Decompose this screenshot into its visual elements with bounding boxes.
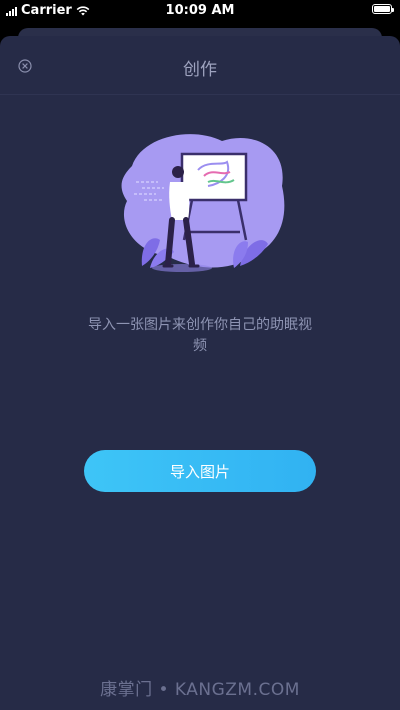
page-title: 创作: [183, 60, 217, 80]
import-image-button[interactable]: 导入图片: [84, 450, 316, 492]
status-bar: Carrier 10:09 AM: [0, 0, 400, 22]
nav-bar: 创作: [0, 36, 400, 95]
app-screen: Carrier 10:09 AM 创作 导入一张图片来创作你自己的助眠视频 导入…: [0, 0, 400, 710]
import-prompt-text: 导入一张图片来创作你自己的助眠视频: [88, 317, 312, 354]
watermark: 康掌门 • KANGZM.COM: [100, 680, 300, 700]
battery-icon: [372, 4, 394, 14]
status-time: 10:09 AM: [165, 3, 235, 18]
create-sheet: 创作 导入一张图片来创作你自己的助眠视频 导入图片: [0, 36, 400, 710]
painter-illustration: [121, 134, 285, 272]
